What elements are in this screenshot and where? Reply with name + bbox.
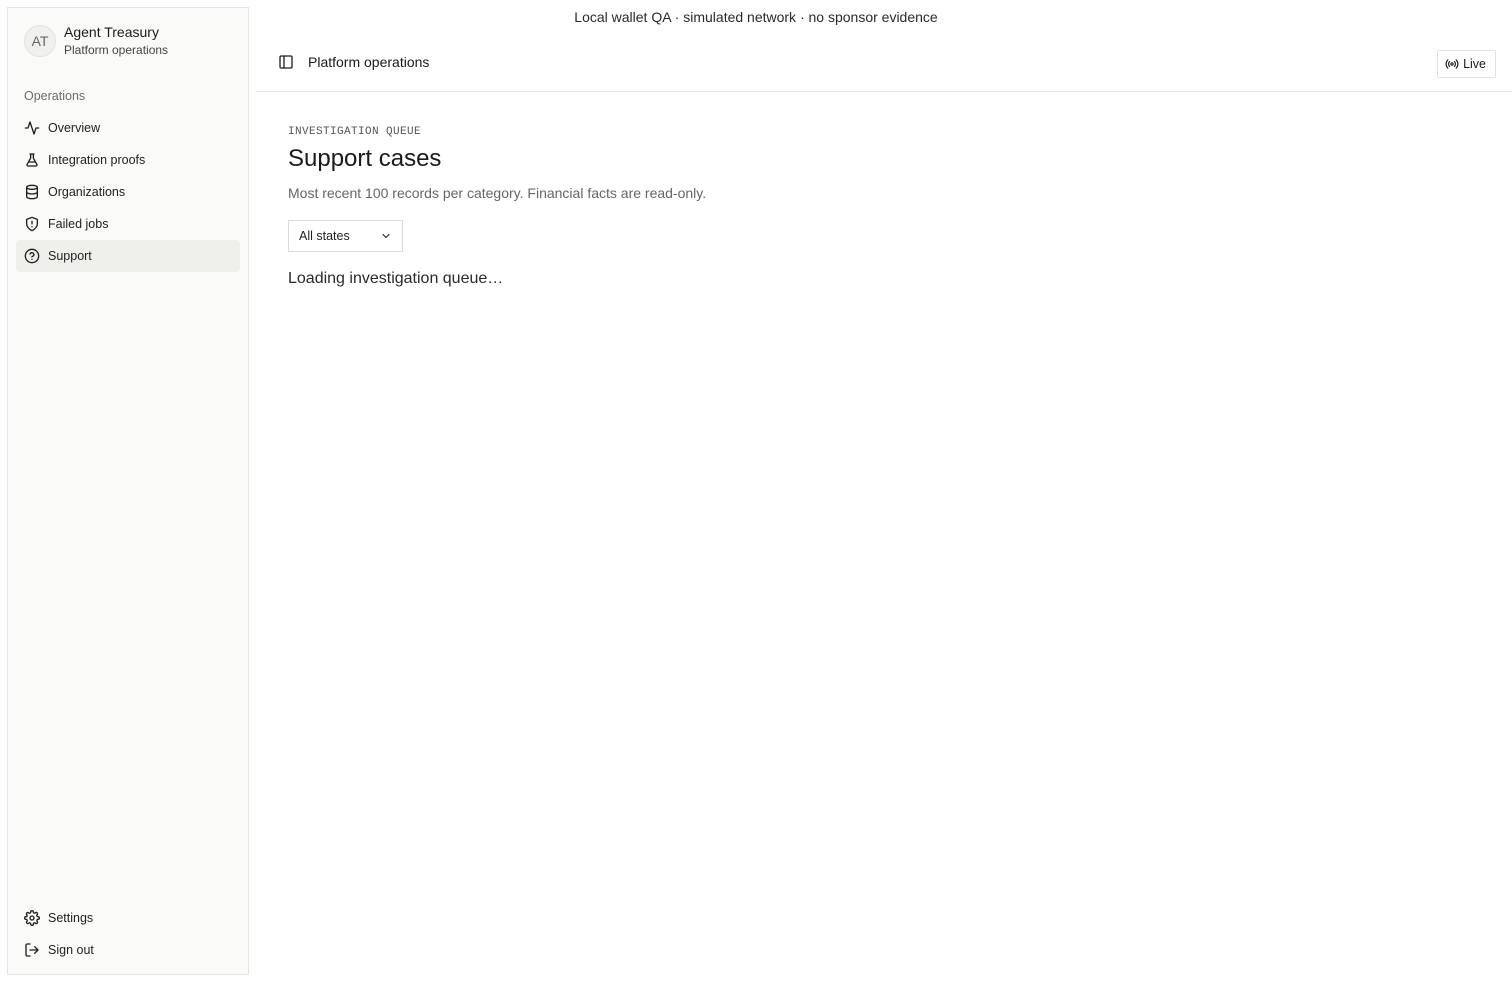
sidebar-footer: Settings Sign out [16,902,240,966]
sidebar-item-label: Settings [48,911,94,925]
topbar-title: Platform operations [308,54,430,70]
nav-group-label: Operations [24,89,86,103]
live-button-label: Live [1463,57,1486,71]
sidebar-item-label: Organizations [48,185,126,199]
gear-icon [24,910,40,926]
shield-alert-icon [24,216,40,232]
chevron-down-icon [382,233,390,239]
sidebar: AT Agent Treasury Platform operations Op… [7,7,249,975]
sidebar-toggle-icon[interactable] [278,54,294,70]
avatar: AT [24,25,56,57]
sidebar-item-label: Integration proofs [48,153,146,167]
help-circle-icon [24,248,40,264]
state-filter-select[interactable]: All states [288,220,403,252]
live-button[interactable]: Live [1437,50,1496,78]
sidebar-item-sign-out[interactable]: Sign out [16,934,240,966]
sign-out-icon [24,942,40,958]
flask-icon [24,152,40,168]
brand: AT Agent Treasury Platform operations [24,24,168,58]
sidebar-item-integration-proofs[interactable]: Integration proofs [16,144,240,176]
state-filter-value: All states [299,229,350,243]
section-eyebrow: INVESTIGATION QUEUE [288,126,422,138]
sidebar-item-label: Overview [48,121,101,135]
brand-name: Agent Treasury [64,24,159,40]
sidebar-item-failed-jobs[interactable]: Failed jobs [16,208,240,240]
sidebar-item-label: Sign out [48,943,94,957]
sidebar-item-overview[interactable]: Overview [16,112,240,144]
broadcast-icon [1445,59,1459,69]
brand-subtitle: Platform operations [64,43,169,57]
activity-icon [24,120,40,136]
sidebar-nav: Overview Integration proofs Organization… [16,112,240,272]
sidebar-item-settings[interactable]: Settings [16,902,240,934]
topbar: Platform operations Live [256,34,1512,92]
page-description: Most recent 100 records per category. Fi… [288,185,707,201]
sidebar-item-label: Support [48,249,92,263]
sidebar-item-support[interactable]: Support [16,240,240,272]
sidebar-item-organizations[interactable]: Organizations [16,176,240,208]
sidebar-item-label: Failed jobs [48,217,109,231]
loading-message: Loading investigation queue… [288,270,504,287]
database-icon [24,184,40,200]
page-title: Support cases [288,145,442,172]
